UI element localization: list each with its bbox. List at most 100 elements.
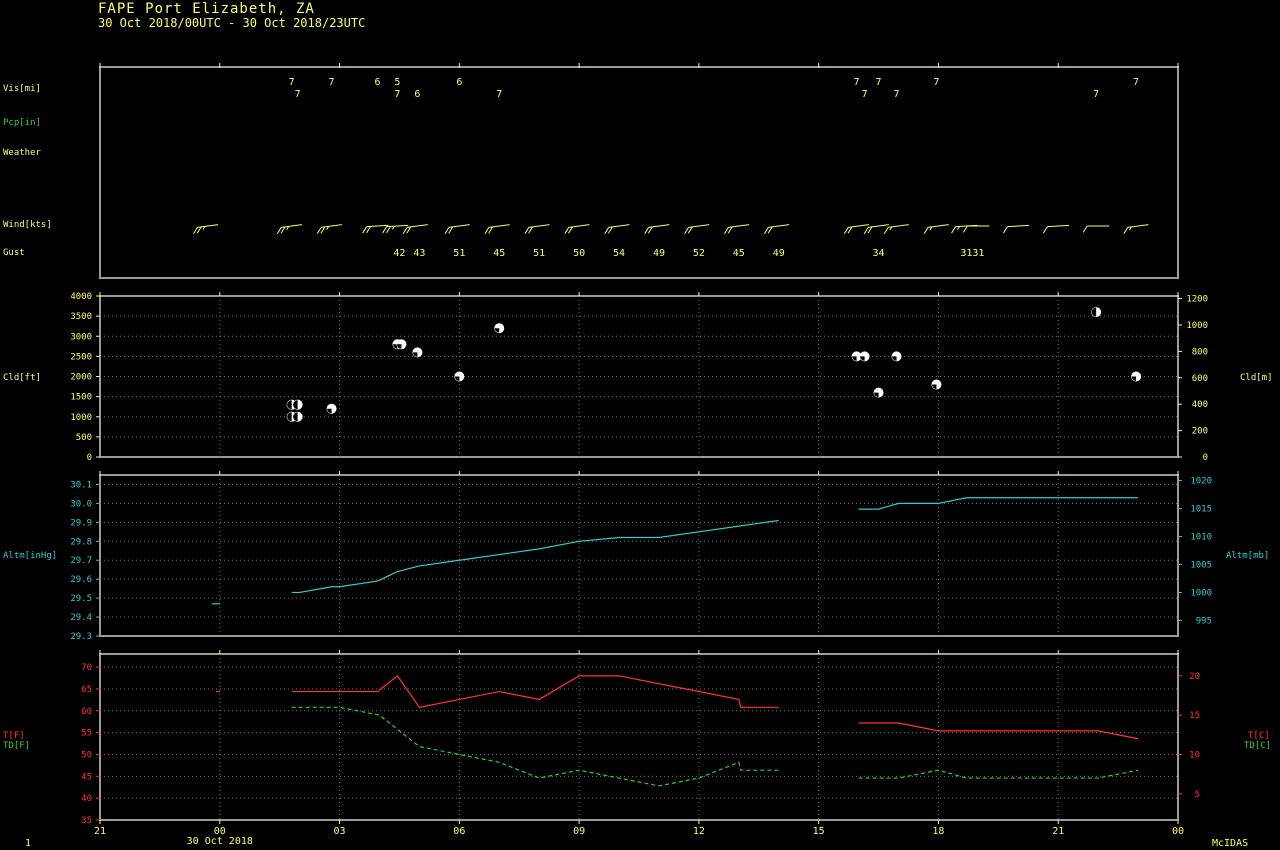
footer-brand: McIDAS [1212,838,1249,849]
wind-barb-feather [488,226,494,234]
x-tick-label: 21 [1052,826,1064,837]
y-axis-label-t: T[F] [3,731,25,741]
y-tick-label: 2000 [70,373,92,383]
wind-barb [524,224,550,234]
row-label: Vis[mi] [3,84,41,94]
y-tick-label-right: 995 [1196,616,1212,626]
wind-barb [1042,224,1070,234]
wind-barb-shaft [1007,224,1030,228]
wind-barb-feather [724,227,729,234]
visibility-value: 6 [374,77,380,88]
wind-barb-feather [684,227,689,234]
x-tick-label: 18 [932,826,944,837]
wind-barb [724,224,750,234]
visibility-value: 6 [414,89,420,100]
y-tick-label-right: 1000 [1186,321,1208,331]
visibility-value: 7 [289,77,295,88]
y-tick-label: 30.1 [70,480,92,490]
visibility-value: 7 [933,77,939,88]
wind-barb-feather [568,226,573,234]
x-tick-label: 03 [334,826,346,837]
y-tick-label: 29.7 [70,556,92,566]
footer-page-number: 1 [25,838,32,849]
y-tick-label-right: 1015 [1190,505,1212,515]
x-date-label: 30 Oct 2018 [187,836,253,847]
gust-value: 51 [533,248,545,259]
y-tick-label-right: 200 [1192,427,1208,437]
wind-barb [883,224,909,234]
wind-barb [316,224,342,234]
wind-barb-feather [362,226,368,234]
wind-barb-feather [763,227,769,234]
y-tick-label: 70 [81,663,92,673]
y-tick-label: 0 [87,453,92,463]
cloud-fill [1131,376,1137,381]
visibility-value: 7 [496,89,502,100]
wind-barb [763,224,790,234]
x-tick-label: 00 [1172,826,1184,837]
y-tick-label-right: 800 [1192,347,1208,357]
y-axis-label-right-t: T[C] [1248,731,1270,741]
y-tick-label-right: 600 [1192,374,1208,384]
visibility-value: 7 [394,89,400,100]
y-tick-label: 3000 [70,332,92,342]
gust-value: 52 [693,248,705,259]
wind-barb-feather [604,227,610,234]
y-tick-label: 29.8 [70,537,92,547]
row-label: Pcp[in] [3,118,41,128]
wind-barb-feather [867,226,873,234]
y-tick-label: 29.9 [70,518,92,528]
temperature-line [291,674,779,708]
cloud-symbol [873,387,884,398]
y-axis-label-right: Altm[mb] [1226,551,1269,561]
row-label: Wind[kts] [3,220,52,230]
visibility-value: 6 [456,77,462,88]
y-tick-label: 29.4 [70,613,92,623]
y-tick-label-right: 1200 [1186,295,1208,305]
wind-barb-feather [727,226,733,234]
row-label: Gust [3,248,25,258]
wind-barb-feather [1003,226,1008,234]
wind-barb-feather [402,227,408,234]
x-tick-label: 21 [94,826,106,837]
cloud-symbol [396,339,407,350]
y-tick-label: 1500 [70,393,92,403]
y-tick-label: 29.5 [70,594,92,604]
y-tick-label: 65 [81,685,92,695]
wind-barb-feather [1082,225,1088,233]
y-axis-label: Altm[inHg] [3,551,57,561]
cloud-symbol [454,371,465,382]
wind-barb [1082,225,1110,233]
wind-barb-feather [843,227,849,234]
gust-value: 49 [653,248,665,259]
gust-value: 45 [493,248,505,259]
row-label: Weather [3,148,42,158]
wind-barb-feather [962,225,968,233]
y-axis-label: Cld[ft] [3,373,41,383]
y-tick-label: 55 [81,729,92,739]
wind-barb-feather [524,227,530,234]
x-tick-label: 09 [573,826,585,837]
wind-barb-feather [448,226,454,234]
wind-barb [276,224,303,234]
wind-barb-shaft [366,224,389,228]
wind-barb-feather [276,227,282,234]
wind-barb [1003,224,1030,234]
y-tick-label-right: 1020 [1190,477,1212,487]
visibility-value: 7 [854,77,860,88]
gust-value: 49 [773,248,785,259]
wind-barb-shaft [386,224,409,228]
cloud-fill [494,328,500,333]
dewpoint-line [858,769,1139,779]
y-tick-label: 2500 [70,352,92,362]
x-tick-label: 15 [813,826,825,837]
y-tick-label: 29.6 [70,575,92,585]
cloud-symbol [1091,307,1102,318]
y-tick-label: 4000 [70,292,92,302]
y-tick-label-right: 1010 [1190,533,1212,543]
cloud-fill [454,376,460,381]
y-tick-label: 40 [81,794,92,804]
y-tick-label: 50 [81,750,92,760]
cloud-fill [874,392,879,398]
y-tick-label-right: 400 [1192,400,1208,410]
